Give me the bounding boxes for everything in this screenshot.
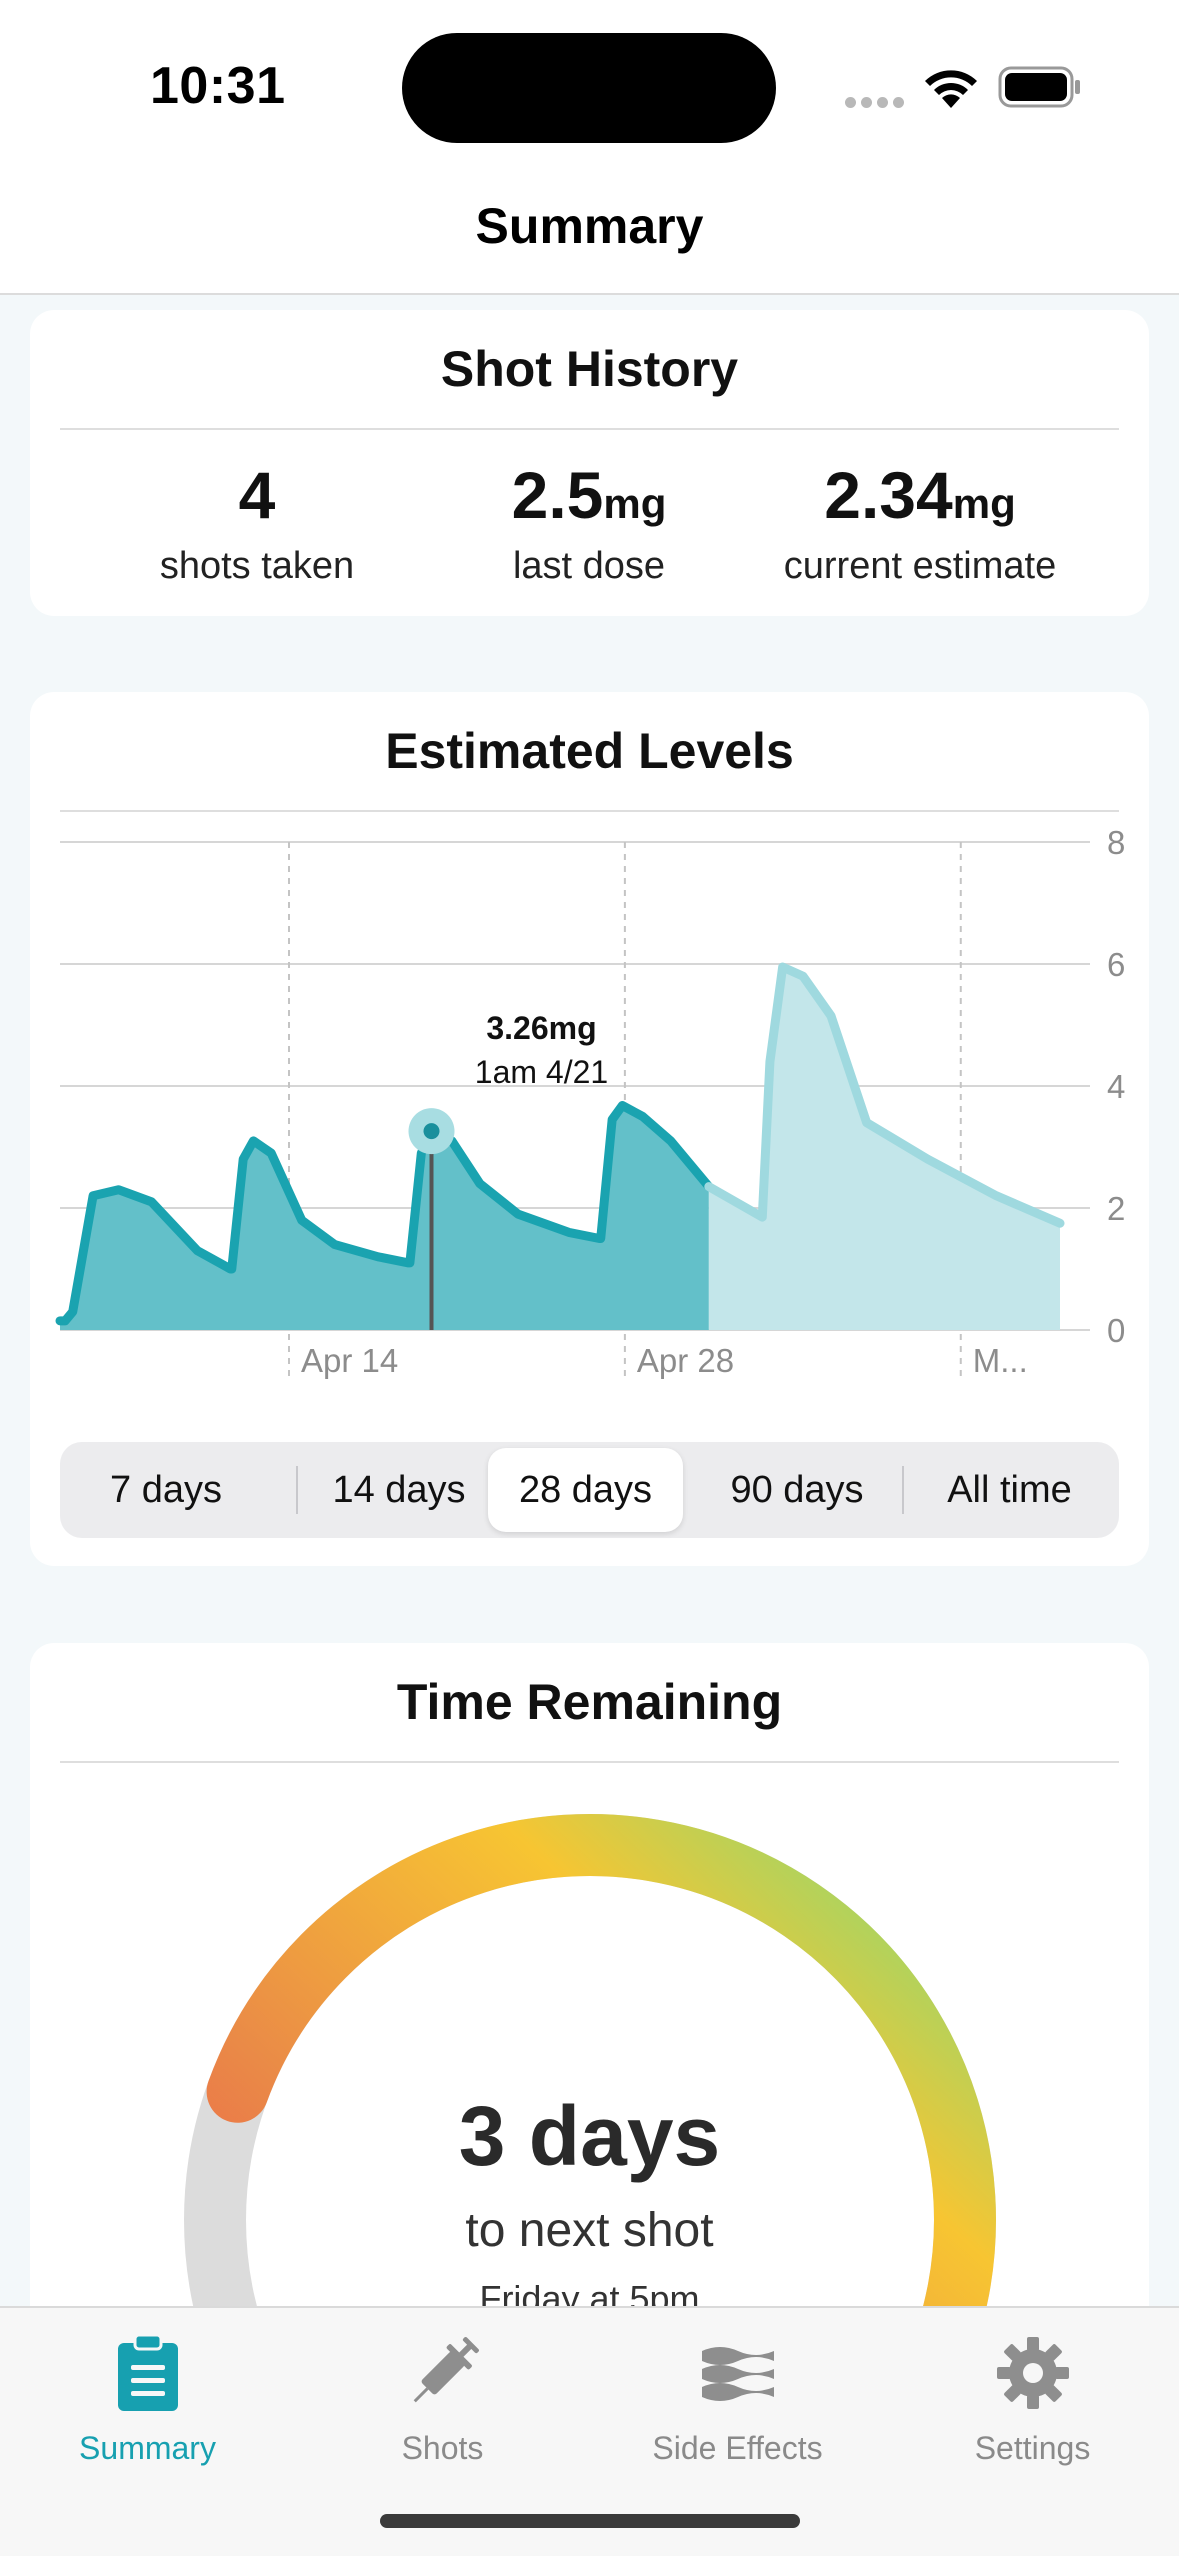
stat-shots-taken: 4 shots taken [87,460,427,588]
page-title: Summary [475,198,704,254]
dynamic-island [402,33,776,143]
x-tick-label: M... [973,1342,1028,1379]
divider [60,428,1119,430]
syringe-icon [413,2337,479,2403]
range-segmented-control: 7 days 14 days 28 days 90 days All time [60,1442,1119,1538]
gear-icon [996,2337,1069,2409]
y-tick-label: 8 [1107,824,1125,861]
clipboard-icon [117,2333,178,2411]
selection-point [423,1123,440,1140]
range-7-days[interactable]: 7 days [66,1448,266,1532]
levels-chart[interactable]: 0 2 4 6 8 Apr 14 Apr 28 M... 3.26mg 1am 4/21 [30,692,1149,1392]
y-tick-label: 2 [1107,1190,1125,1227]
navigation-bar: Summary [0,175,1179,295]
tab-label: Side Effects [652,2430,823,2466]
y-tick-label: 4 [1107,1068,1125,1105]
range-90-days[interactable]: 90 days [694,1448,900,1532]
tooltip-time: 1am 4/21 [475,1054,608,1090]
tooltip-value: 3.26mg [486,1010,596,1046]
range-14-days[interactable]: 14 days [298,1448,500,1532]
tab-summary[interactable]: Summary [0,2328,295,2467]
stat-value: 2.34 [824,458,953,532]
stat-current-estimate: 2.34mg current estimate [750,460,1090,588]
x-tick-label: Apr 14 [301,1342,398,1379]
stat-label: shots taken [159,545,355,587]
tab-side-effects[interactable]: Side Effects [590,2328,885,2467]
cellular-signal-icon [845,95,909,113]
time-remaining-card: Time Remaining 3 days to next shot Frida… [30,1643,1149,2363]
stat-label: current estimate [783,545,1057,587]
wifi-icon [925,70,977,108]
time-remaining-value: 3 days [458,2089,721,2183]
stat-last-dose: 2.5mg last dose [419,460,759,588]
waves-icon [701,2347,774,2401]
range-28-days[interactable]: 28 days [488,1448,683,1532]
stat-label: last dose [512,545,666,587]
x-tick-label: Apr 28 [637,1342,734,1379]
segment-separator [902,1466,904,1514]
y-tick-label: 0 [1107,1312,1125,1349]
tab-label: Settings [974,2430,1091,2466]
range-all-time[interactable]: All time [906,1448,1113,1532]
time-remaining-subtitle: to next shot [465,2204,714,2257]
tab-settings[interactable]: Settings [885,2328,1179,2467]
status-bar: 10:31 [0,0,1179,175]
battery-icon [998,66,1080,108]
shot-history-title: Shot History [440,341,739,397]
stat-value: 4 [238,458,276,532]
tab-label: Shots [401,2430,484,2466]
tab-label: Summary [79,2430,216,2466]
tab-shots[interactable]: Shots [295,2328,590,2467]
status-time: 10:31 [150,57,286,115]
y-tick-label: 6 [1107,946,1125,983]
stat-unit: mg [952,480,1016,527]
home-indicator [380,2514,800,2528]
stat-value: 2.5 [511,458,604,532]
estimated-levels-card: Estimated Levels 0 2 4 6 8 Apr 14 Apr 28 M... 3.… [30,692,1149,1566]
shot-history-card: Shot History 4 shots taken 2.5mg last do… [30,310,1149,616]
stat-unit: mg [603,480,667,527]
